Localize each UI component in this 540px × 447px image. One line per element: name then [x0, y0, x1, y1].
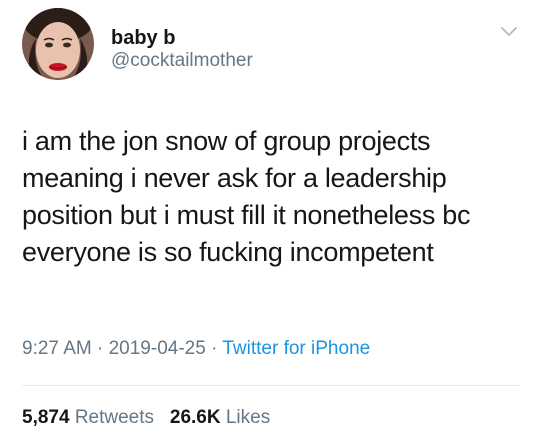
- tweet-stats: 5,874 Retweets 26.6K Likes: [22, 406, 270, 430]
- divider: [22, 385, 520, 386]
- meta-separator: ·: [97, 338, 104, 359]
- meta-separator: ·: [211, 338, 218, 359]
- tweet-text-line: position but i must fill it nonetheless …: [22, 200, 471, 230]
- tweet-source-link[interactable]: Twitter for iPhone: [222, 338, 370, 359]
- likes-stat[interactable]: 26.6K Likes: [170, 407, 270, 428]
- retweets-count: 5,874: [22, 407, 70, 428]
- likes-count: 26.6K: [169, 407, 221, 428]
- tweet-text: i am the jon snow of group projects mean…: [22, 123, 527, 271]
- chevron-down-icon[interactable]: [500, 26, 518, 38]
- tweet-meta: 9:27 AM · 2019-04-25 · Twitter for iPhon…: [22, 337, 370, 361]
- tweet-text-line: everyone is so fucking incompetent: [22, 237, 434, 267]
- tweet-text-line: i am the jon snow of group projects: [22, 126, 431, 156]
- retweets-label: Retweets: [74, 407, 155, 428]
- tweet-card: baby b @cocktailmother i am the jon snow…: [0, 0, 540, 447]
- avatar-image: [22, 8, 94, 80]
- likes-label: Likes: [225, 407, 271, 428]
- author-name[interactable]: baby b: [111, 27, 175, 49]
- author-handle[interactable]: @cocktailmother: [111, 50, 253, 72]
- retweets-stat[interactable]: 5,874 Retweets: [22, 407, 159, 428]
- avatar[interactable]: [22, 8, 94, 80]
- tweet-date[interactable]: 2019-04-25: [109, 338, 206, 359]
- tweet-time[interactable]: 9:27 AM: [22, 338, 92, 359]
- tweet-text-line: meaning i never ask for a leadership: [22, 163, 447, 193]
